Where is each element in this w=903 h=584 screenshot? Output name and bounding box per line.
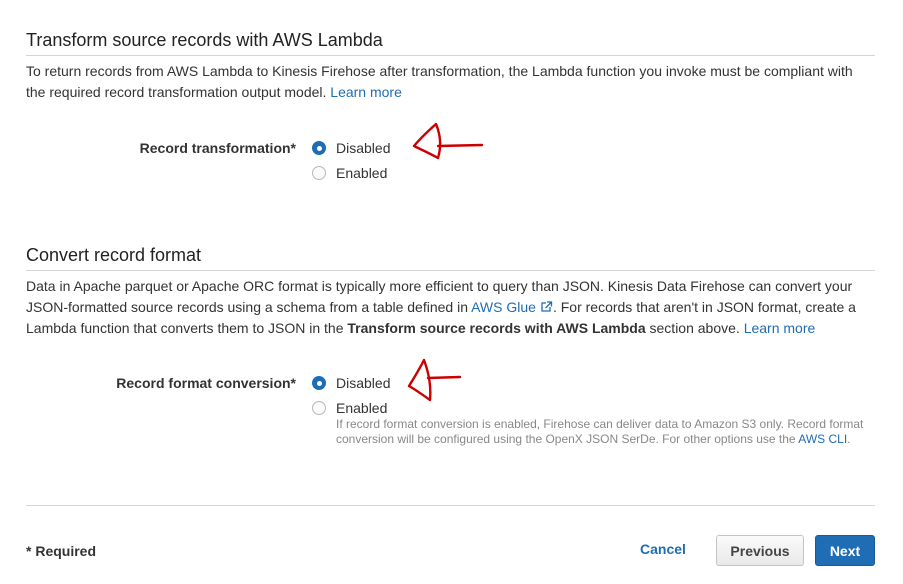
help-text-end: . xyxy=(847,432,851,446)
footer-divider xyxy=(26,505,875,506)
record-transformation-enabled-option[interactable]: Enabled xyxy=(312,163,387,183)
annotation-arrow-icon xyxy=(407,358,462,402)
transform-section-title: Transform source records with AWS Lambda xyxy=(26,30,383,50)
convert-learn-more-link[interactable]: Learn more xyxy=(744,320,816,336)
annotation-arrow-icon xyxy=(412,122,484,160)
previous-button[interactable]: Previous xyxy=(716,535,804,566)
transform-description: To return records from AWS Lambda to Kin… xyxy=(26,61,874,103)
record-format-conversion-label: Record format conversion* xyxy=(116,375,296,391)
convert-section-title: Convert record format xyxy=(26,245,202,265)
help-text: If record format conversion is enabled, … xyxy=(336,417,864,446)
aws-glue-link-label: AWS Glue xyxy=(471,299,536,315)
section-divider xyxy=(26,55,875,56)
radio-checked[interactable] xyxy=(312,141,326,155)
transform-description-text: To return records from AWS Lambda to Kin… xyxy=(26,63,853,100)
radio-checked[interactable] xyxy=(312,376,326,390)
radio-label: Enabled xyxy=(336,400,388,416)
radio-label: Enabled xyxy=(336,165,388,181)
radio-unchecked[interactable] xyxy=(312,401,326,415)
radio-unchecked[interactable] xyxy=(312,166,326,180)
radio-label: Disabled xyxy=(336,375,391,391)
section-divider xyxy=(26,270,875,271)
cancel-button[interactable]: Cancel xyxy=(640,541,686,557)
convert-description-text-3: section above. xyxy=(649,320,740,336)
aws-glue-link[interactable]: AWS Glue xyxy=(471,299,553,315)
aws-cli-link[interactable]: AWS CLI xyxy=(798,432,847,446)
convert-description-bold: Transform source records with AWS Lambda xyxy=(347,320,646,336)
required-note: * Required xyxy=(26,543,97,559)
next-button[interactable]: Next xyxy=(815,535,875,566)
transform-learn-more-link[interactable]: Learn more xyxy=(330,84,402,100)
record-format-conversion-enabled-option[interactable]: Enabled xyxy=(312,398,387,418)
convert-description: Data in Apache parquet or Apache ORC for… xyxy=(26,276,874,339)
record-format-conversion-disabled-option[interactable]: Disabled xyxy=(312,373,390,393)
record-transformation-label: Record transformation* xyxy=(139,140,296,156)
external-link-icon xyxy=(541,301,553,312)
record-format-help-text: If record format conversion is enabled, … xyxy=(336,417,876,447)
radio-label: Disabled xyxy=(336,140,391,156)
record-transformation-disabled-option[interactable]: Disabled xyxy=(312,138,390,158)
